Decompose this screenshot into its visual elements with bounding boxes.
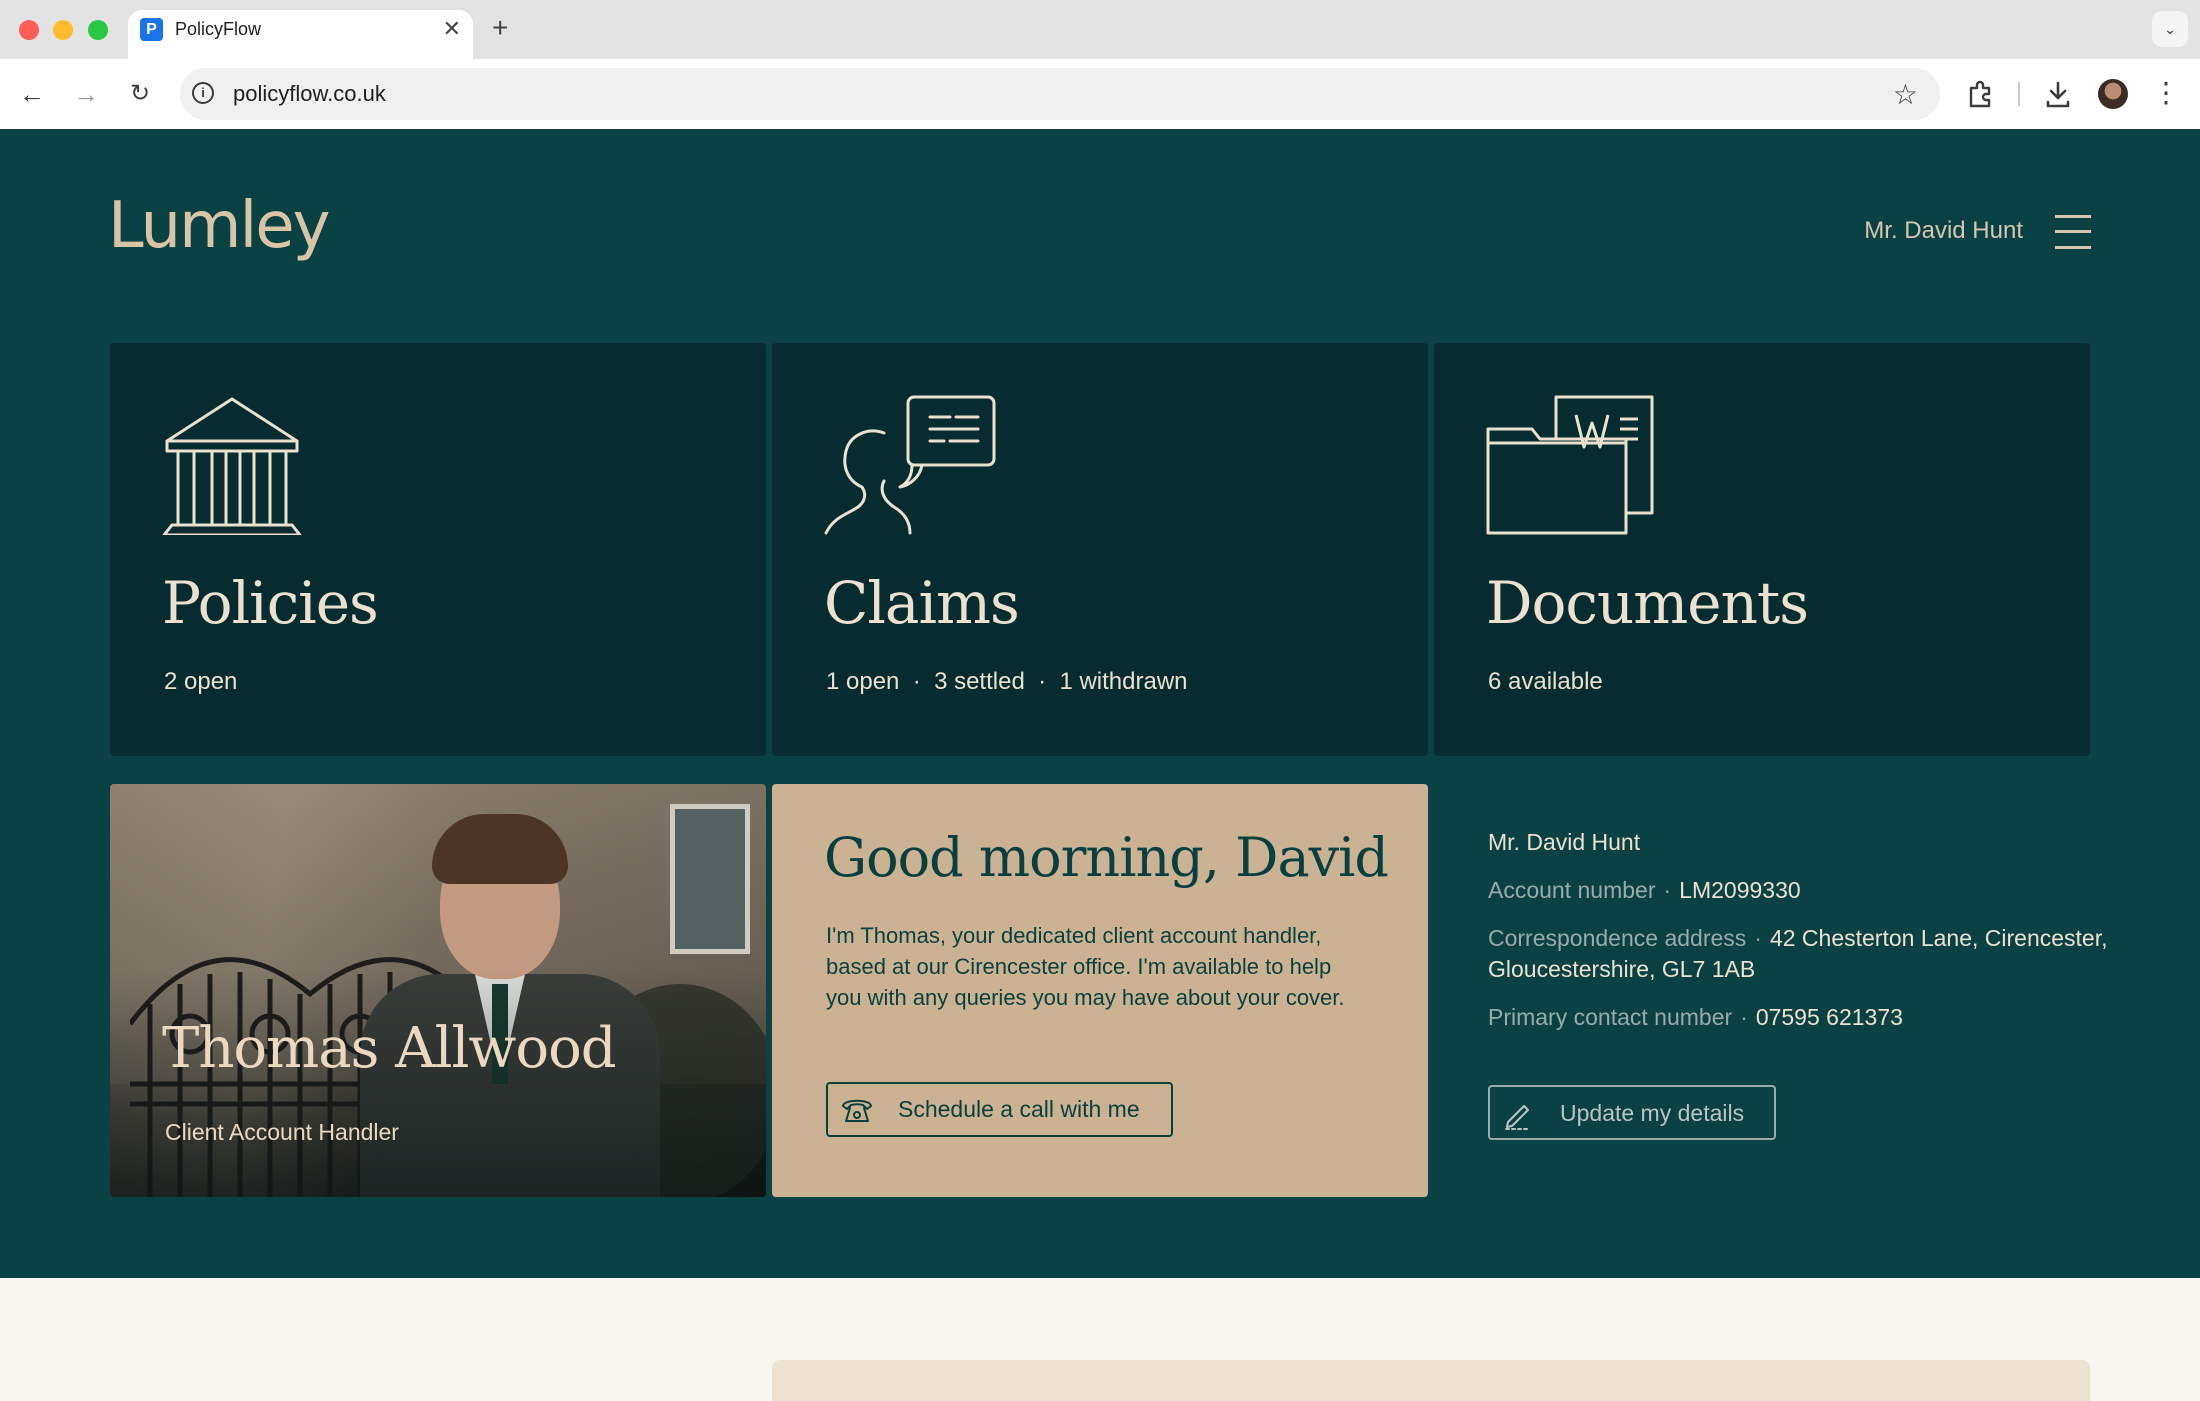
telephone-icon	[842, 1099, 872, 1122]
phone-row: Primary contact number · 07595 621373	[1488, 1004, 1903, 1030]
claims-tile[interactable]: Claims 1 open · 3 settled · 1 withdrawn	[772, 343, 1428, 756]
documents-tile[interactable]: Documents 6 available	[1434, 343, 2090, 756]
pencil-edit-icon	[1505, 1105, 1529, 1130]
lumley-logo[interactable]: Lumley	[108, 189, 330, 263]
account-holder-name: Mr. David Hunt	[1488, 829, 1641, 855]
account-number-row: Account number · LM2099330	[1488, 877, 1801, 903]
page-content: Lumley Mr. David Hunt Policies 2 open Cl…	[0, 129, 2200, 1401]
tab-search-chevron-icon[interactable]: ⌄	[2152, 11, 2188, 47]
policies-summary: 2 open	[164, 668, 238, 695]
hamburger-menu-icon[interactable]	[2055, 214, 2091, 250]
handler-photo-card: Thomas Allwood Client Account Handler	[110, 784, 766, 1197]
account-number-value: LM2099330	[1679, 877, 1801, 903]
close-window-button[interactable]	[19, 20, 39, 40]
download-icon[interactable]	[2040, 76, 2076, 112]
forward-arrow-icon[interactable]: →	[68, 76, 104, 112]
bookmark-star-icon[interactable]: ☆	[1893, 78, 1918, 111]
new-tab-button[interactable]: +	[492, 12, 508, 44]
phone-value: 07595 621373	[1755, 1004, 1903, 1030]
lower-content-card	[772, 1360, 2090, 1401]
update-details-button[interactable]: Update my details	[1488, 1085, 1776, 1140]
schedule-call-button[interactable]: Schedule a call with me	[826, 1082, 1173, 1137]
maximize-window-button[interactable]	[88, 20, 108, 40]
schedule-call-label: Schedule a call with me	[898, 1096, 1140, 1122]
browser-tab[interactable]: P PolicyFlow ✕	[128, 10, 473, 59]
extensions-puzzle-icon[interactable]	[1963, 76, 1999, 112]
handler-role: Client Account Handler	[165, 1119, 399, 1145]
back-arrow-icon[interactable]: ←	[14, 76, 50, 112]
account-number-label: Account number	[1488, 877, 1656, 903]
chat-person-icon	[824, 395, 996, 535]
lower-section	[0, 1278, 2200, 1401]
address-label: Correspondence address	[1488, 925, 1747, 951]
handler-name: Thomas Allwood	[162, 1016, 617, 1081]
policies-title: Policies	[162, 569, 379, 637]
greeting-body: I'm Thomas, your dedicated client accoun…	[826, 923, 1345, 1010]
profile-avatar[interactable]	[2098, 79, 2128, 109]
browser-menu-icon[interactable]: ⋮	[2152, 76, 2180, 112]
bank-building-icon	[162, 397, 302, 535]
policyflow-favicon-icon: P	[140, 18, 163, 41]
tab-bar: P PolicyFlow ✕ + ⌄	[0, 0, 2200, 59]
reload-icon[interactable]: ↻	[122, 76, 158, 112]
toolbar-divider	[2018, 82, 2020, 106]
tab-title: PolicyFlow	[175, 19, 262, 39]
claims-title: Claims	[824, 569, 1020, 637]
url-text[interactable]: policyflow.co.uk	[233, 81, 386, 107]
site-info-icon[interactable]: i	[192, 82, 214, 104]
policies-tile[interactable]: Policies 2 open	[110, 343, 766, 756]
header-user-name[interactable]: Mr. David Hunt	[1864, 217, 2023, 245]
update-details-label: Update my details	[1560, 1100, 1745, 1126]
greeting-card: Good morning, David I'm Thomas, your ded…	[772, 784, 1428, 1197]
minimize-window-button[interactable]	[53, 20, 73, 40]
hero-section: Lumley Mr. David Hunt Policies 2 open Cl…	[0, 129, 2200, 1278]
documents-title: Documents	[1486, 569, 1809, 637]
phone-label: Primary contact number	[1488, 1004, 1733, 1030]
claims-summary: 1 open · 3 settled · 1 withdrawn	[826, 668, 1188, 695]
browser-chrome: P PolicyFlow ✕ + ⌄ ← → ↻ i policyflow.co…	[0, 0, 2200, 129]
address-bar[interactable]: i policyflow.co.uk ☆	[180, 68, 1940, 120]
address-row: Correspondence address · 42 Chesterton Lan…	[1488, 925, 2108, 982]
word-folder-icon	[1486, 395, 1654, 535]
tab-close-icon[interactable]: ✕	[443, 16, 461, 42]
greeting-title: Good morning, David	[824, 826, 1389, 889]
documents-summary: 6 available	[1488, 668, 1603, 695]
